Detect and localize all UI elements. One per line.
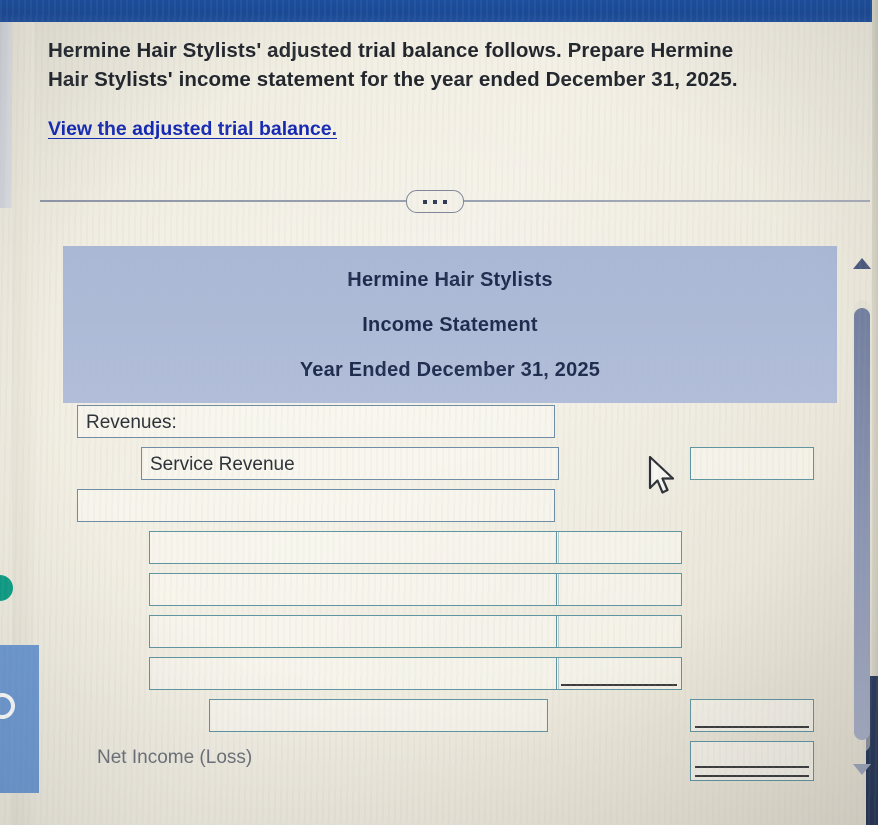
table-row — [63, 531, 837, 573]
expense-row-1-input[interactable] — [149, 531, 559, 564]
table-row — [63, 699, 837, 741]
expense-row-4-input[interactable] — [149, 657, 559, 690]
table-row — [63, 615, 837, 657]
right-screen-edge — [872, 0, 878, 690]
dot-icon — [423, 199, 427, 204]
expense-row-1-amount-input[interactable] — [556, 531, 682, 564]
browser-top-bar — [0, 0, 878, 22]
problem-line-2: Hair Stylists' income statement for the … — [48, 68, 738, 91]
income-statement-worksheet: Hermine Hair Stylists Income Statement Y… — [63, 246, 837, 783]
total-expenses-row-input[interactable] — [209, 699, 548, 732]
problem-statement: Hermine Hair Stylists' adjusted trial ba… — [48, 36, 848, 94]
table-row: Revenues: — [63, 405, 837, 447]
more-options-button[interactable] — [406, 190, 464, 213]
statement-header: Hermine Hair Stylists Income Statement Y… — [63, 246, 837, 403]
dot-icon — [433, 199, 437, 204]
blank-row-1-input[interactable] — [77, 489, 555, 522]
table-row — [63, 657, 837, 699]
service-revenue-amount-input[interactable] — [690, 447, 814, 480]
net-income-row-amount-input[interactable] — [690, 741, 814, 781]
company-name: Hermine Hair Stylists — [347, 269, 553, 291]
screen-photo: Hermine Hair Stylists' adjusted trial ba… — [0, 0, 878, 825]
total-expenses-row-amount-input[interactable] — [690, 699, 814, 732]
view-adjusted-trial-balance-link[interactable]: View the adjusted trial balance. — [48, 118, 337, 141]
circle-outline-icon — [0, 693, 15, 719]
expense-row-3-amount-input[interactable] — [556, 615, 682, 648]
expense-row-2-input[interactable] — [149, 573, 559, 606]
worksheet-rows: Revenues: Service Revenue Net Income (Loss… — [63, 405, 837, 783]
expense-row-2-amount-input[interactable] — [556, 573, 682, 606]
dot-icon — [443, 199, 447, 204]
expense-row-3-input[interactable] — [149, 615, 559, 648]
net-income-label: Net Income (Loss) — [97, 747, 253, 768]
statement-title: Income Statement — [362, 314, 538, 336]
statement-period: Year Ended December 31, 2025 — [299, 359, 601, 381]
table-row — [63, 573, 837, 615]
left-window-rail — [0, 22, 12, 208]
table-row: Net Income (Loss) — [63, 741, 837, 783]
revenues-header-input[interactable]: Revenues: — [77, 405, 555, 438]
table-row — [63, 489, 837, 531]
scrollbar-thumb[interactable] — [854, 308, 870, 740]
background-app-panel — [0, 645, 39, 793]
table-row: Service Revenue — [63, 447, 837, 489]
service-revenue-input[interactable]: Service Revenue — [141, 447, 559, 480]
expense-row-4-amount-input[interactable] — [556, 657, 682, 690]
scroll-up-arrow-icon[interactable] — [853, 258, 871, 269]
problem-line-1: Hermine Hair Stylists' adjusted trial ba… — [48, 39, 734, 62]
scroll-down-arrow-icon[interactable] — [853, 764, 871, 775]
